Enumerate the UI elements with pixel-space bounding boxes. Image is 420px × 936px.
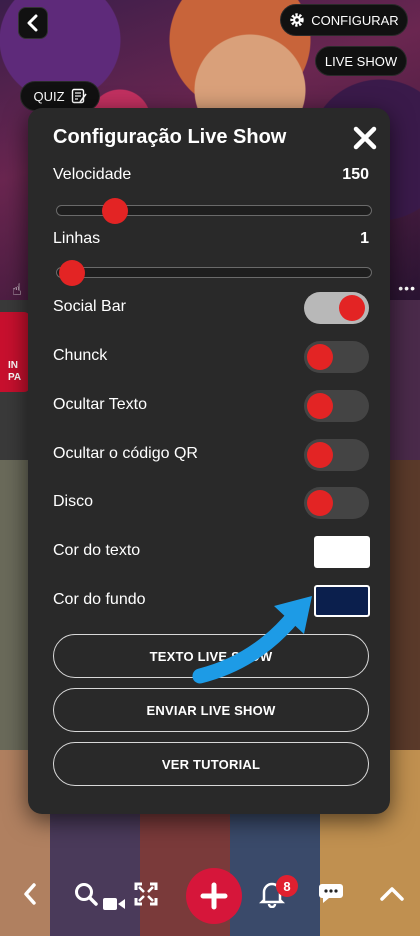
video-icon — [103, 898, 125, 910]
live-show-button[interactable]: LIVE SHOW — [315, 46, 407, 76]
gear-icon — [290, 13, 304, 27]
social-bar-label: Social Bar — [53, 298, 126, 315]
add-button[interactable] — [186, 868, 242, 924]
edit-icon — [71, 88, 87, 104]
cor-texto-swatch[interactable] — [314, 536, 370, 568]
ver-tutorial-button[interactable]: VER TUTORIAL — [53, 742, 369, 786]
toggle-knob — [307, 393, 333, 419]
velocidade-slider[interactable] — [56, 198, 372, 224]
toggle-knob — [307, 490, 333, 516]
live-show-label: LIVE SHOW — [324, 53, 398, 69]
linhas-slider-thumb[interactable] — [59, 260, 85, 286]
ocultar-texto-label: Ocultar Texto — [53, 396, 147, 413]
nav-back-button[interactable] — [10, 874, 50, 914]
ocultar-texto-toggle[interactable] — [304, 390, 369, 422]
social-bar-toggle[interactable] — [304, 292, 369, 324]
hand-icon: ☝ — [12, 282, 22, 299]
linhas-value: 1 — [360, 230, 369, 247]
linhas-label: Linhas — [53, 230, 101, 247]
nav-fullscreen-button[interactable] — [126, 874, 166, 914]
close-icon — [353, 126, 377, 150]
enviar-live-show-label: ENVIAR LIVE SHOW — [146, 702, 276, 718]
cor-fundo-label: Cor do fundo — [53, 591, 146, 608]
side-red-card-text: IN PA — [8, 360, 22, 383]
chevron-up-icon — [380, 887, 404, 901]
ocultar-qr-label: Ocultar o código QR — [53, 445, 198, 462]
pointer-arrow-icon — [192, 596, 312, 684]
toggle-knob — [339, 295, 365, 321]
back-icon — [27, 14, 38, 32]
quiz-label: QUIZ — [33, 88, 65, 104]
nav-chat-button[interactable] — [314, 874, 354, 914]
velocidade-slider-thumb[interactable] — [101, 198, 128, 224]
velocidade-label: Velocidade — [53, 166, 132, 183]
fullscreen-icon — [134, 882, 158, 906]
chat-icon — [319, 884, 343, 903]
disco-toggle[interactable] — [304, 487, 369, 519]
toggle-knob — [307, 344, 333, 370]
quiz-button[interactable]: QUIZ — [20, 81, 100, 111]
chevron-left-icon — [24, 883, 36, 905]
nav-up-button[interactable] — [372, 874, 412, 914]
toggle-knob — [307, 442, 333, 468]
bottom-navigation: 8 — [0, 868, 420, 936]
enviar-live-show-button[interactable]: ENVIAR LIVE SHOW — [53, 688, 369, 732]
back-button[interactable] — [18, 7, 48, 39]
cor-texto-label: Cor do texto — [53, 542, 141, 559]
more-icon[interactable]: ••• — [398, 280, 416, 296]
live-show-settings-modal: Configuração Live Show Velocidade 150 Li… — [28, 108, 390, 814]
configurar-label: CONFIGURAR — [311, 12, 399, 28]
disco-label: Disco — [53, 493, 94, 510]
close-button[interactable] — [352, 125, 378, 151]
linhas-slider[interactable] — [56, 260, 372, 286]
chunck-toggle[interactable] — [304, 341, 369, 373]
velocidade-value: 150 — [342, 166, 369, 183]
chunck-label: Chunck — [53, 347, 108, 364]
modal-title: Configuração Live Show — [53, 126, 287, 148]
side-red-card[interactable]: IN PA — [0, 312, 30, 392]
configurar-button[interactable]: CONFIGURAR — [280, 4, 408, 36]
notification-badge: 8 — [276, 875, 298, 897]
ocultar-qr-toggle[interactable] — [304, 439, 369, 471]
plus-icon — [200, 882, 228, 910]
ver-tutorial-label: VER TUTORIAL — [161, 756, 261, 772]
